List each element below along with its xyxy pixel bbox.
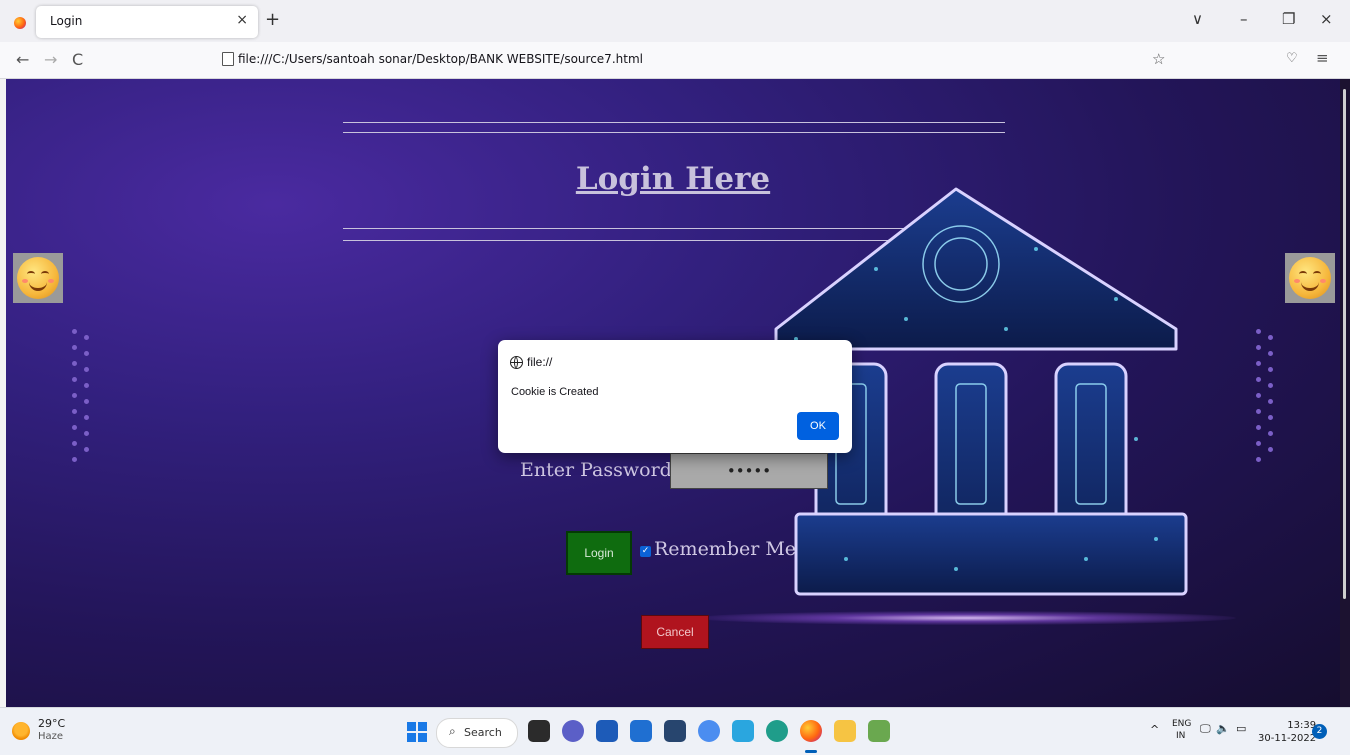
start-button[interactable] <box>407 722 427 742</box>
back-button[interactable]: ← <box>16 50 29 69</box>
login-button[interactable]: Login <box>566 531 632 575</box>
notepad-icon[interactable] <box>868 720 890 742</box>
smiley-icon-right <box>1285 253 1335 303</box>
network-icon[interactable]: 🖵 <box>1200 722 1211 736</box>
active-app-indicator <box>805 750 817 753</box>
ok-button[interactable]: OK <box>797 412 839 440</box>
weather-condition[interactable]: Haze <box>38 731 63 742</box>
close-window-button[interactable]: × <box>1320 10 1333 28</box>
floor-glow <box>696 611 1236 625</box>
minimize-button[interactable]: – <box>1240 10 1248 28</box>
dropbox-icon[interactable] <box>664 720 686 742</box>
firefox-icon <box>14 17 26 29</box>
power-automate-icon[interactable] <box>732 720 754 742</box>
tab-login[interactable]: Login × <box>36 6 258 38</box>
list-all-tabs-icon[interactable]: ∨ <box>1192 10 1203 28</box>
password-label: Enter Password: <box>520 459 679 481</box>
url-text[interactable]: file:///C:/Users/santoah sonar/Desktop/B… <box>238 52 643 66</box>
volume-icon[interactable]: 🔈 <box>1216 722 1230 735</box>
tab-strip: Login × + ∨ – ❐ × <box>0 0 1350 42</box>
language-region[interactable]: IN <box>1176 731 1185 741</box>
decorative-dots-right <box>1256 329 1276 469</box>
notification-badge[interactable]: 2 <box>1312 724 1327 739</box>
file-explorer-icon[interactable] <box>834 720 856 742</box>
language-indicator[interactable]: ENG <box>1172 719 1191 729</box>
reload-button[interactable]: C <box>72 50 83 69</box>
mail-icon[interactable] <box>630 720 652 742</box>
page-icon <box>222 52 234 66</box>
weather-icon[interactable] <box>12 722 30 740</box>
clock-time: 13:39 <box>1287 720 1317 731</box>
decorative-dots-left <box>72 329 92 469</box>
edge-icon[interactable] <box>766 720 788 742</box>
system-clock[interactable]: 13:39 30-11-2022 <box>1258 719 1316 745</box>
bookmark-star-icon[interactable]: ☆ <box>1152 50 1165 68</box>
taskbar-search[interactable]: ⌕ Search <box>436 718 518 748</box>
windows-taskbar: 29°C Haze ⌕ Search ^ ENG IN 🖵 🔈 ▭ 13:39 … <box>0 707 1350 755</box>
cancel-button[interactable]: Cancel <box>641 615 709 649</box>
clock-date: 30-11-2022 <box>1258 733 1317 744</box>
pocket-icon[interactable]: ♡ <box>1286 51 1298 66</box>
paint-icon[interactable] <box>698 720 720 742</box>
chat-icon[interactable] <box>562 720 584 742</box>
remember-me-label: Remember Me <box>654 538 797 560</box>
new-tab-button[interactable]: + <box>265 9 280 30</box>
tray-chevron-icon[interactable]: ^ <box>1150 723 1159 736</box>
app-menu-icon[interactable]: ≡ <box>1316 49 1329 67</box>
globe-icon <box>510 356 523 369</box>
task-view-icon[interactable] <box>528 720 550 742</box>
remember-me-checkbox[interactable]: ✓ <box>640 546 651 557</box>
search-icon: ⌕ <box>449 724 456 738</box>
password-input[interactable]: ••••• <box>670 453 828 489</box>
smiley-icon-left <box>13 253 63 303</box>
dialog-origin: file:// <box>527 355 553 369</box>
tab-title: Login <box>50 14 83 28</box>
address-bar[interactable]: file:///C:/Users/santoah sonar/Desktop/B… <box>210 48 1170 72</box>
restore-button[interactable]: ❐ <box>1282 10 1295 28</box>
forward-button[interactable]: → <box>44 50 57 69</box>
search-label: Search <box>464 726 502 739</box>
divider-line <box>343 122 1005 123</box>
tab-close-icon[interactable]: × <box>236 12 248 28</box>
battery-icon[interactable]: ▭ <box>1236 722 1246 735</box>
divider-line <box>343 132 1005 133</box>
firefox-taskbar-icon[interactable] <box>800 720 822 742</box>
dialog-message: Cookie is Created <box>511 386 599 398</box>
widgets-icon[interactable] <box>596 720 618 742</box>
alert-dialog: file:// Cookie is Created OK <box>498 340 852 453</box>
weather-temperature[interactable]: 29°C <box>38 717 65 730</box>
navigation-toolbar: ← → C file:///C:/Users/santoah sonar/Des… <box>0 42 1350 79</box>
page-scrollbar[interactable] <box>1340 79 1350 707</box>
